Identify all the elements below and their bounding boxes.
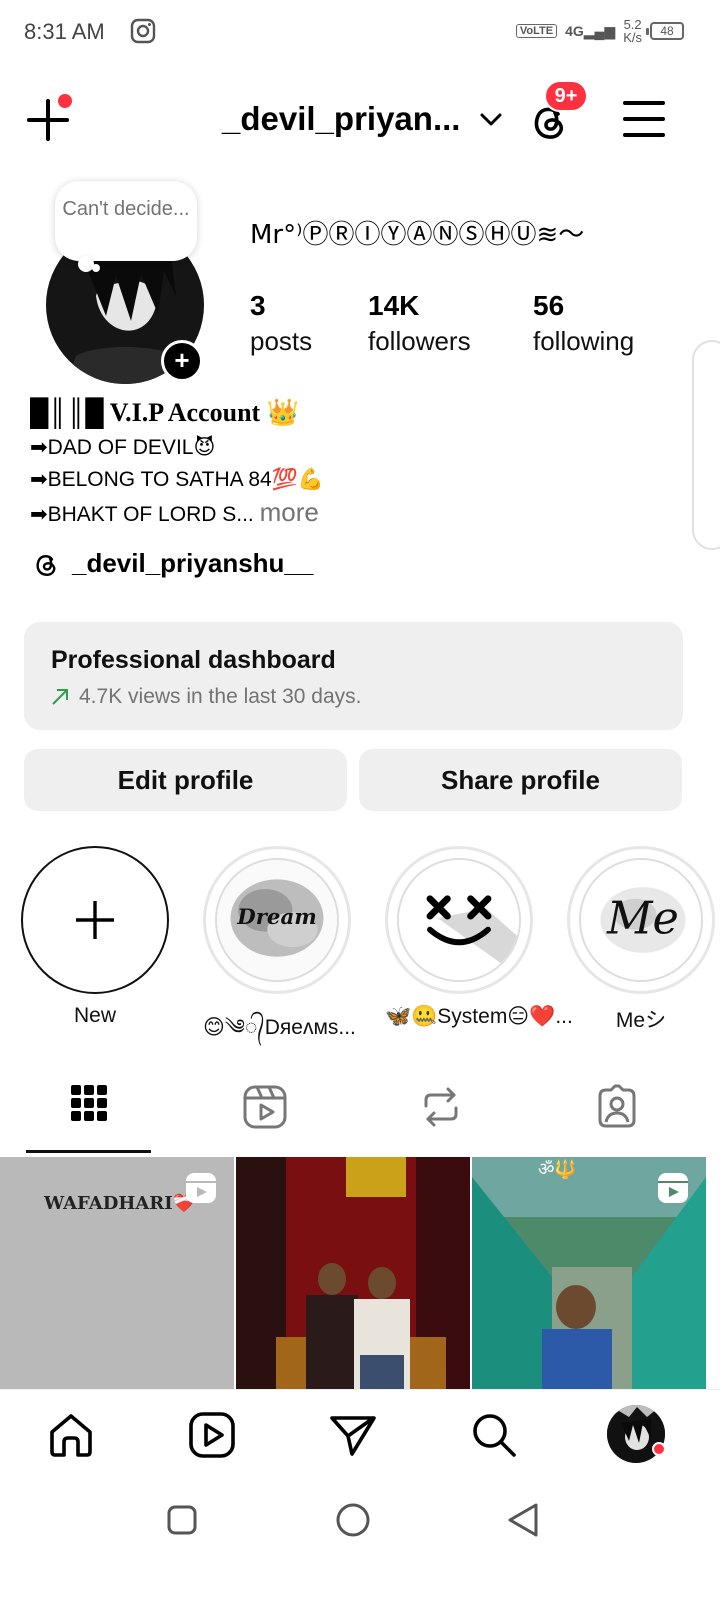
network-type: 4G [565, 22, 584, 39]
dream-cover-image: Dream [217, 860, 337, 980]
posts-grid: WAFADHARI❤️‍🩹 [0, 1157, 720, 1389]
highlight-cover [397, 858, 521, 982]
followers-count-label: followers [368, 326, 471, 356]
signal-icon: 4G▂▄▆ [565, 22, 616, 39]
following-count-label: following [533, 326, 635, 356]
tab-reposts[interactable] [378, 1080, 504, 1150]
highlight-new[interactable]: New [21, 846, 169, 1028]
dashboard-title: Professional dashboard [51, 646, 336, 674]
profile-top-bar: _devil_priyan... 9+ [0, 78, 720, 158]
chevron-down-icon[interactable] [478, 106, 504, 132]
followers-count[interactable]: 14K followers [368, 290, 471, 357]
following-count-value: 56 [533, 290, 565, 321]
bio-line: ➡BHAKT OF LORD S... more [30, 496, 690, 528]
reels-nav-icon[interactable] [187, 1410, 237, 1460]
back-button-icon[interactable] [506, 1502, 540, 1538]
instagram-notification-icon [130, 18, 156, 44]
trend-up-arrow-icon [52, 689, 68, 705]
highlight-cover: Me [579, 858, 703, 982]
side-edge-panel-handle[interactable] [692, 340, 720, 550]
search-icon[interactable] [469, 1410, 519, 1460]
threads-handle: _devil_priyanshu__ [72, 548, 314, 578]
post-tile[interactable]: WAFADHARI❤️‍🩹 [0, 1157, 234, 1389]
threads-profile-link[interactable]: _devil_priyanshu__ [32, 548, 313, 579]
highlight-cover-text: Me [606, 894, 679, 945]
note-bubble-tail-small [92, 264, 100, 272]
highlight-item[interactable]: Me Meシ [567, 846, 715, 1034]
plus-icon [76, 901, 114, 939]
status-bar: 8:31 AM VoLTE 4G▂▄▆ 5.2 K/s 48 [0, 0, 720, 64]
bio-line: █║║█ V.I.P Account 👑 [30, 398, 300, 427]
status-indicators: VoLTE 4G▂▄▆ 5.2 K/s 48 [515, 16, 684, 46]
highlight-label: 🦋🤐System😑❤️... [385, 1005, 573, 1028]
notification-badge: 9+ [544, 80, 588, 112]
tab-reels[interactable] [202, 1080, 328, 1150]
post-tile[interactable] [236, 1157, 470, 1389]
menu-icon[interactable] [622, 98, 666, 140]
highlight-ring: Me [567, 846, 715, 994]
highlight-label: New [73, 1004, 116, 1027]
posts-count-value: 3 [250, 290, 266, 321]
tagged-icon [598, 1084, 636, 1128]
battery-icon: 48 [646, 22, 684, 40]
share-profile-button[interactable]: Share profile [359, 749, 682, 811]
post-tile[interactable]: ॐ🔱 [472, 1157, 706, 1389]
account-username[interactable]: _devil_priyan... [222, 100, 460, 138]
highlight-cover: Dream [215, 858, 339, 982]
profile-display-name: Mr°⁾ⓅⓇⒾⓎⒶⓃⓈⒽⓊ≋〜 [250, 220, 585, 250]
network-speed: 5.2 K/s [623, 18, 642, 44]
bio-line: ➡BELONG TO SATHA 84💯💪 [30, 468, 324, 491]
reposts-icon [424, 1087, 458, 1127]
status-time: 8:31 AM [24, 19, 105, 44]
post-caption: WAFADHARI❤️‍🩹 [43, 1193, 196, 1214]
posts-count[interactable]: 3 posts [250, 290, 312, 357]
bottom-navigation [0, 1389, 720, 1479]
post-thumbnail [236, 1157, 470, 1389]
posts-count-label: posts [250, 326, 313, 356]
home-icon[interactable] [46, 1410, 96, 1460]
following-count[interactable]: 56 following [533, 290, 634, 357]
highlight-item[interactable]: 🦋🤐System😑❤️... [385, 846, 573, 1029]
volte-badge: VoLTE [515, 24, 558, 38]
highlight-ring: Dream [203, 846, 351, 994]
highlight-label: Meシ [615, 1009, 667, 1032]
me-cover-image: Me [581, 860, 701, 980]
battery-level: 48 [660, 24, 674, 38]
home-button-icon[interactable] [335, 1502, 371, 1538]
active-tab-indicator [26, 1150, 151, 1153]
profile-note[interactable]: Can't decide... [55, 181, 197, 261]
recent-apps-icon[interactable] [166, 1504, 198, 1536]
professional-dashboard[interactable]: Professional dashboard 4.7K views in the… [24, 622, 683, 730]
grid-icon [71, 1085, 107, 1121]
threads-icon [36, 554, 56, 576]
add-story-button[interactable]: + [161, 340, 203, 382]
highlight-ring [385, 846, 533, 994]
edit-profile-button[interactable]: Edit profile [24, 749, 347, 811]
profile-content-tabs [0, 1080, 720, 1154]
send-icon[interactable] [328, 1410, 378, 1460]
android-system-navigation [0, 1480, 720, 1600]
create-notification-dot [58, 94, 72, 108]
tab-posts-grid[interactable] [26, 1080, 152, 1150]
bio-line: ➡DAD OF DEVIL😈 [30, 436, 216, 459]
bio-more-link[interactable]: more [260, 497, 319, 527]
reels-icon [243, 1085, 287, 1129]
post-caption: ॐ🔱 [538, 1158, 577, 1180]
highlight-cover-text: Dream [236, 905, 317, 930]
tab-tagged[interactable] [554, 1080, 680, 1150]
highlight-item[interactable]: Dream 😊༄᭄Dяeʌмs... [203, 846, 356, 1063]
highlight-label: 😊༄᭄Dяeʌмs... [203, 1016, 356, 1039]
reel-indicator-icon [658, 1173, 688, 1203]
highlight-new-ring [21, 846, 169, 994]
marshmello-cover-image [399, 860, 519, 980]
profile-notification-dot [652, 1442, 666, 1456]
followers-count-value: 14K [368, 290, 420, 321]
speed-unit: K/s [623, 30, 642, 45]
reel-indicator-icon [186, 1173, 216, 1203]
dashboard-subtitle-row: 4.7K views in the last 30 days. [51, 685, 656, 709]
bio-line-truncated: ➡BHAKT OF LORD S... [30, 503, 254, 526]
dashboard-subtitle: 4.7K views in the last 30 days. [79, 685, 362, 708]
profile-bio: █║║█ V.I.P Account 👑 ➡DAD OF DEVIL😈 ➡BEL… [30, 398, 690, 528]
